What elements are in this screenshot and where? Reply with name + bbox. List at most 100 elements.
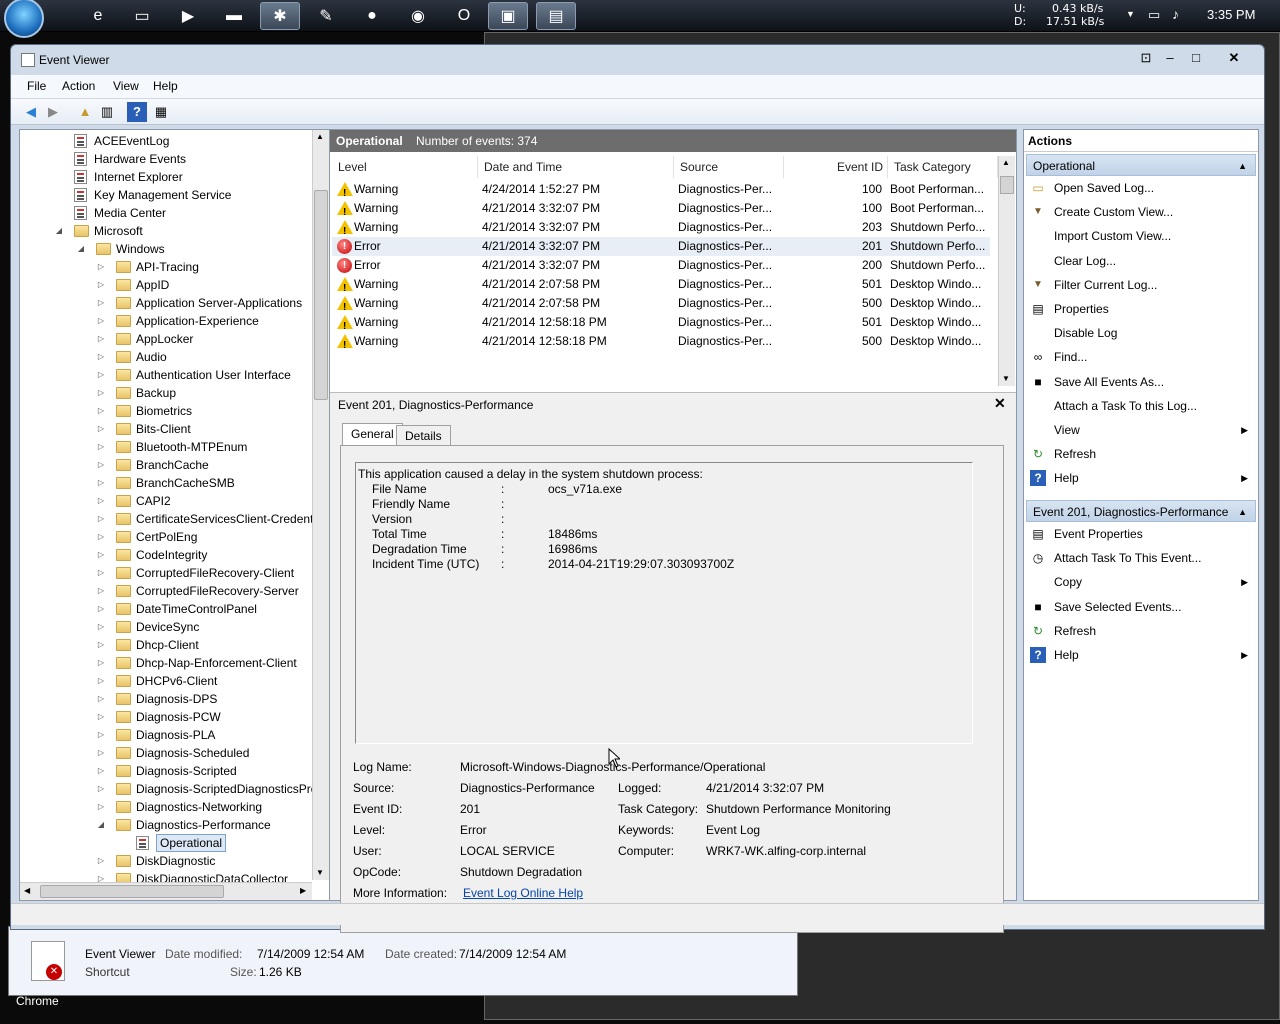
tree-folder-item[interactable]: ▷ CertPolEng [20,528,310,546]
collapsed-arrow-icon[interactable]: ▷ [96,366,106,384]
restore-down-icon[interactable]: ⊡ [1133,49,1159,67]
scroll-left-icon[interactable]: ◀ [24,886,30,895]
action-disable-log[interactable]: Disable Log [1024,321,1256,345]
action-help[interactable]: ? Help ▶ [1024,466,1256,490]
tree-folder-item[interactable]: ▷ AppID [20,276,310,294]
tab-details[interactable]: Details [396,425,451,445]
media-player-icon[interactable]: ▶ [168,2,208,30]
tree-horizontal-scrollbar[interactable]: ◀ ▶ [20,882,312,900]
collapse-icon[interactable]: ▲ [1238,501,1247,523]
minimize-button[interactable]: – [1157,49,1183,67]
collapsed-arrow-icon[interactable]: ▷ [96,780,106,798]
chrome-label[interactable]: Chrome [16,994,59,1008]
start-button[interactable] [4,0,44,38]
collapse-icon[interactable]: ▲ [1238,155,1247,177]
col-task-category[interactable]: Task Category [888,156,998,178]
tree-folder-item[interactable]: ◢ Windows [20,240,310,258]
collapsed-arrow-icon[interactable]: ▷ [96,636,106,654]
tree-folder-item[interactable]: ▷ Diagnosis-PLA [20,726,310,744]
menu-view[interactable]: View [113,79,139,93]
close-detail-icon[interactable]: ✕ [994,395,1006,412]
collapsed-arrow-icon[interactable]: ▷ [96,438,106,456]
tree-folder-item[interactable]: ▷ DateTimeControlPanel [20,600,310,618]
collapsed-arrow-icon[interactable]: ▷ [96,618,106,636]
help-icon[interactable]: ? [127,102,147,122]
online-help-link[interactable]: Event Log Online Help [463,886,583,900]
collapsed-arrow-icon[interactable]: ▷ [96,798,106,816]
col-event-id[interactable]: Event ID [784,156,888,178]
tree-folder-item[interactable]: ▷ Biometrics [20,402,310,420]
action-save-selected-events[interactable]: ■ Save Selected Events... [1024,595,1256,619]
internet-explorer-icon[interactable]: e [78,2,118,30]
tree-folder-item[interactable]: ▷ Authentication User Interface [20,366,310,384]
event-row[interactable]: ! Error 4/21/2014 3:32:07 PM Diagnostics-Pe… [332,256,990,275]
action-import-custom-view[interactable]: Import Custom View... [1024,224,1256,248]
action-copy[interactable]: Copy ▶ [1024,570,1256,594]
event-row[interactable]: Warning 4/21/2014 12:58:18 PM Diagnostics-… [332,313,990,336]
tree-log-item[interactable]: Operational [20,834,310,852]
expanded-arrow-icon[interactable]: ◢ [96,816,106,834]
tree-folder-item[interactable]: ▷ DeviceSync [20,618,310,636]
tree-folder-item[interactable]: ▷ CodeIntegrity [20,546,310,564]
chrome-icon[interactable]: ◉ [398,2,438,30]
tree-log-item[interactable]: Hardware Events [20,150,310,168]
action-clear-log[interactable]: Clear Log... [1024,249,1256,273]
tree-folder-item[interactable]: ▷ Diagnosis-PCW [20,708,310,726]
clock[interactable]: 3:35 PM [1207,7,1255,22]
tree-folder-item[interactable]: ▷ Diagnosis-Scheduled [20,744,310,762]
collapsed-arrow-icon[interactable]: ▷ [96,312,106,330]
action-filter-current-log[interactable]: ▼ Filter Current Log... [1024,273,1256,297]
tree-folder-item[interactable]: ▷ Bluetooth-MTPEnum [20,438,310,456]
firefox-icon[interactable]: ● [352,2,392,30]
tree-folder-item[interactable]: ▷ CorruptedFileRecovery-Client [20,564,310,582]
expanded-arrow-icon[interactable]: ◢ [76,240,86,258]
collapsed-arrow-icon[interactable]: ▷ [96,420,106,438]
event-message-box[interactable]: This application caused a delay in the s… [355,462,973,744]
collapsed-arrow-icon[interactable]: ▷ [96,492,106,510]
close-button[interactable]: ✕ [1221,49,1247,67]
collapsed-arrow-icon[interactable]: ▷ [96,258,106,276]
tree-folder-item[interactable]: ◢ Microsoft [20,222,310,240]
tree-folder-item[interactable]: ▷ API-Tracing [20,258,310,276]
tree-log-item[interactable]: Internet Explorer [20,168,310,186]
tree-folder-item[interactable]: ▷ DiskDiagnostic [20,852,310,870]
event-row[interactable]: Warning 4/21/2014 2:07:58 PM Diagnostics-P… [332,275,990,298]
tree-scroll-thumb[interactable] [314,190,328,400]
action-event-properties[interactable]: ▤ Event Properties [1024,522,1256,546]
events-scroll-thumb[interactable] [1000,176,1014,194]
event-viewer-task-icon[interactable]: ✱ [260,2,300,30]
action-refresh[interactable]: ↻ Refresh [1024,442,1256,466]
action-help[interactable]: ? Help ▶ [1024,643,1256,667]
action-open-saved-log[interactable]: ▭ Open Saved Log... [1024,176,1256,200]
action-view[interactable]: View ▶ [1024,418,1256,442]
tree-folder-item[interactable]: ▷ Diagnosis-DPS [20,690,310,708]
tab-general[interactable]: General [342,423,403,445]
outlook-icon[interactable]: O [444,2,484,30]
col-source[interactable]: Source [674,156,784,178]
tree-folder-item[interactable]: ▷ BranchCache [20,456,310,474]
menu-help[interactable]: Help [153,79,178,93]
collapsed-arrow-icon[interactable]: ▷ [96,726,106,744]
scroll-down-icon[interactable]: ▼ [316,868,324,877]
tree-log-item[interactable]: Media Center [20,204,310,222]
collapsed-arrow-icon[interactable]: ▷ [96,762,106,780]
action-attach-a-task-to-this-log[interactable]: Attach a Task To this Log... [1024,394,1256,418]
collapsed-arrow-icon[interactable]: ▷ [96,474,106,492]
tree-folder-item[interactable]: ◢ Diagnostics-Performance [20,816,310,834]
action-refresh[interactable]: ↻ Refresh [1024,619,1256,643]
collapsed-arrow-icon[interactable]: ▷ [96,564,106,582]
show-hide-action-pane-icon[interactable]: ▦ [151,102,171,122]
event-row[interactable]: Warning 4/21/2014 12:58:18 PM Diagnostics-… [332,332,990,355]
collapsed-arrow-icon[interactable]: ▷ [96,852,106,870]
tray-chevron-icon[interactable]: ▼ [1126,9,1135,19]
collapsed-arrow-icon[interactable]: ▷ [96,456,106,474]
tree-folder-item[interactable]: ▷ CertificateServicesClient-Credentia [20,510,323,528]
menu-file[interactable]: File [27,79,46,93]
collapsed-arrow-icon[interactable]: ▷ [96,528,106,546]
tree-folder-item[interactable]: ▷ Bits-Client [20,420,310,438]
tree-folder-item[interactable]: ▷ Backup [20,384,310,402]
scroll-down-icon[interactable]: ▼ [1002,374,1010,383]
volume-icon[interactable]: ♪ [1172,6,1179,22]
tree-log-item[interactable]: ACEEventLog [20,132,310,150]
forward-arrow-icon[interactable]: ▶ [43,102,63,122]
